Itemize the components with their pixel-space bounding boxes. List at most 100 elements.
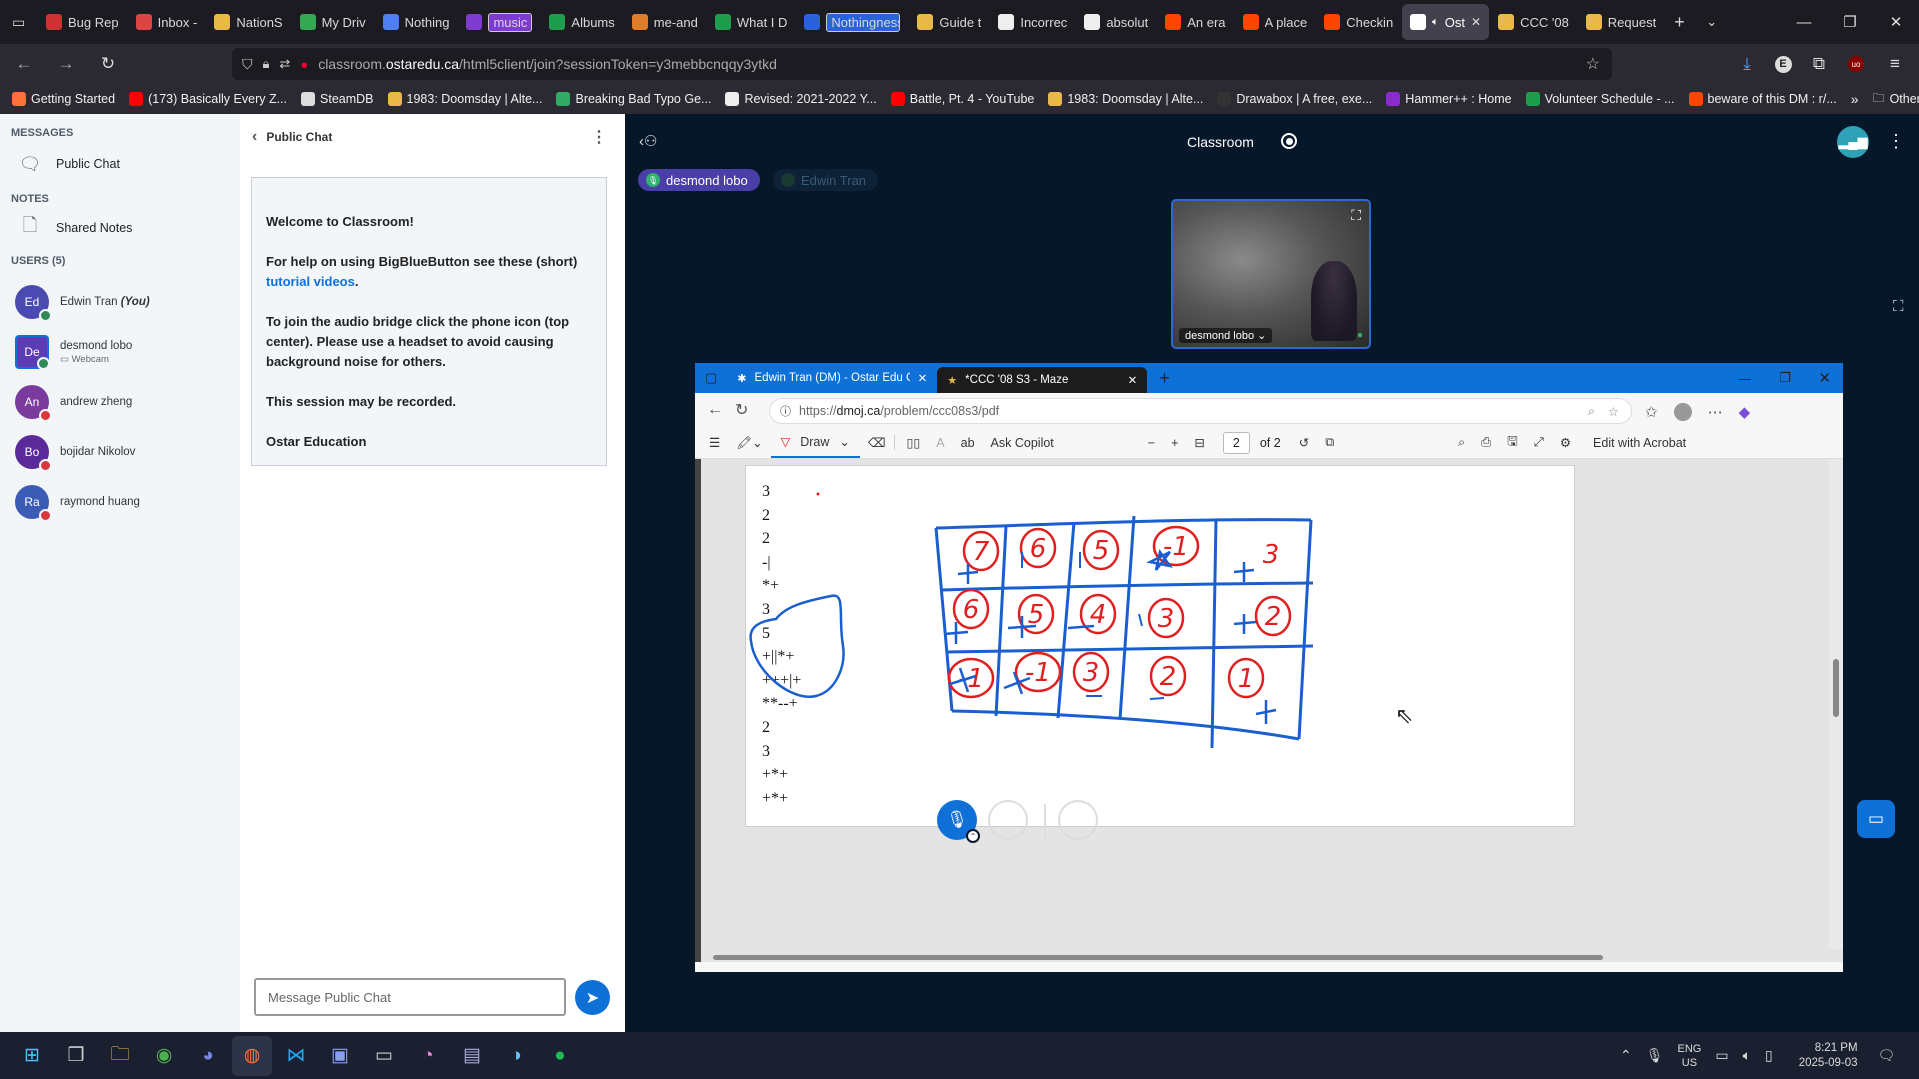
bookmark-item[interactable]: 1983: Doomsday | Alte... (1048, 92, 1203, 106)
edge-extension-button[interactable]: E (1767, 48, 1799, 80)
paint-icon[interactable]: ◔ (408, 1036, 448, 1076)
bookmark-item[interactable]: SteamDB (301, 92, 374, 106)
new-tab-button[interactable]: + (1666, 4, 1696, 40)
browser-tab[interactable]: NationS (206, 4, 290, 40)
browser-tab[interactable]: My Driv (292, 4, 374, 40)
notifications-icon[interactable]: 🗨︎ (1878, 1047, 1896, 1064)
bookmark-item[interactable]: Hammer++ : Home (1386, 92, 1512, 106)
ublock-button[interactable]: uo (1840, 48, 1872, 80)
close-window-button[interactable]: ✕ (1873, 0, 1919, 44)
browser-tab[interactable]: Guide t (909, 4, 989, 40)
browser-tab[interactable]: absolut (1076, 4, 1156, 40)
tutorial-videos-link[interactable]: tutorial videos (266, 274, 355, 289)
menu-button[interactable]: ≡ (1879, 48, 1911, 80)
minimize-button[interactable]: — (1781, 0, 1827, 44)
talking-indicator-active[interactable]: 🎙︎ desmond lobo (638, 169, 760, 191)
browser-tab[interactable]: 🔈︎ Ost ✕ (1402, 4, 1490, 40)
fullscreen-icon[interactable]: ⛶ (1351, 207, 1361, 224)
task-view-icon[interactable]: ❒ (56, 1036, 96, 1076)
language-indicator[interactable]: ENG US (1678, 1042, 1702, 1070)
reload-button[interactable]: ↻ (92, 48, 124, 80)
vscode-icon[interactable]: ⋈ (276, 1036, 316, 1076)
forward-button[interactable]: → (50, 48, 82, 80)
chrome-icon[interactable]: ◉ (144, 1036, 184, 1076)
browser-tab[interactable]: A place (1235, 4, 1316, 40)
user-list-item[interactable]: De desmond lobo ▭︎ Webcam (0, 327, 240, 377)
user-list-item[interactable]: Ra raymond huang (0, 477, 240, 527)
bookmark-item[interactable]: Volunteer Schedule - ... (1525, 92, 1675, 106)
terminal-icon[interactable]: ▭ (364, 1036, 404, 1076)
network-icon[interactable]: ▭ (1715, 1047, 1728, 1064)
maximize-button[interactable]: ❐ (1827, 0, 1873, 44)
public-chat-nav[interactable]: 🗨︎ Public Chat (0, 139, 240, 187)
tray-chevron-icon[interactable]: ⌃ (1620, 1047, 1632, 1064)
browser-tab[interactable]: Nothingness (796, 4, 908, 40)
firefox-icon[interactable]: ◍ (232, 1035, 272, 1076)
extensions-button[interactable]: ⧉ (1803, 48, 1835, 80)
audio-options-icon[interactable]: ⌃ (966, 829, 980, 843)
chat-message-input[interactable]: Message Public Chat (254, 978, 566, 1016)
bookmark-item[interactable]: Breaking Bad Typo Ge... (556, 92, 711, 106)
browser-tab[interactable]: Albums (541, 4, 622, 40)
bookmark-item[interactable]: 1983: Doomsday | Alte... (387, 92, 542, 106)
browser-tab[interactable]: CCC '08 (1490, 4, 1577, 40)
user-list-toggle[interactable]: ‹⚇ (639, 132, 657, 150)
browser-tab[interactable]: An era (1157, 4, 1233, 40)
tab-list-button[interactable]: ▭ (6, 4, 36, 40)
bookmark-item[interactable]: Getting Started (12, 92, 115, 106)
bookmark-item[interactable]: Battle, Pt. 4 - YouTube (890, 92, 1034, 106)
bookmark-item[interactable]: Revised: 2021-2022 Y... (725, 92, 877, 106)
browser-tab[interactable]: Incorrec (990, 4, 1075, 40)
raise-hand-button[interactable]: ✋︎ (1058, 800, 1098, 840)
battery-icon[interactable]: ▯ (1765, 1047, 1773, 1064)
webcam-tile[interactable]: ⛶ desmond lobo ⌄ ● (1171, 199, 1371, 349)
volume-icon[interactable]: 🔈︎ (1743, 1047, 1751, 1064)
grid-number: -1 (958, 664, 984, 694)
browser-tab[interactable]: music (458, 4, 540, 40)
discord-icon[interactable]: ◕ (188, 1036, 228, 1076)
connection-status-button[interactable]: ▂▄▆ (1837, 126, 1869, 158)
clock[interactable]: 8:21 PM 2025-09-03 (1799, 1041, 1858, 1071)
bookmark-item[interactable]: beware of this DM : r/... (1688, 92, 1837, 106)
kebab-menu-icon[interactable]: ⋮ (591, 127, 607, 147)
send-button[interactable]: ➤ (575, 980, 610, 1015)
camera-button[interactable]: ⊘ (988, 800, 1028, 840)
mute-button[interactable]: 🎙︎ ⌃ (937, 800, 980, 843)
recording-indicator-icon[interactable] (1281, 133, 1297, 149)
file-explorer-icon[interactable]: 🗀 (100, 1036, 140, 1076)
downloads-button[interactable]: ⤓ (1731, 48, 1763, 80)
browser-tab[interactable]: Request (1578, 4, 1664, 40)
user-list-item[interactable]: An andrew zheng (0, 377, 240, 427)
back-button[interactable]: ← (8, 48, 40, 80)
browser-tab[interactable]: What I D (707, 4, 796, 40)
spotify-icon[interactable]: ● (540, 1036, 580, 1076)
tab-overflow-button[interactable]: ⌄ (1698, 4, 1728, 40)
chevron-left-icon[interactable]: ‹ (252, 128, 257, 146)
browser-tab[interactable]: Checkin (1316, 4, 1401, 40)
chat-title[interactable]: Public Chat (266, 130, 332, 144)
browser-tab[interactable]: Bug Rep (38, 4, 127, 40)
user-list-item[interactable]: Ed Edwin Tran (You) (0, 277, 240, 327)
photos-icon[interactable]: ▤ (452, 1036, 492, 1076)
steam-icon[interactable]: ◑ (496, 1036, 536, 1076)
talking-indicator-inactive[interactable]: Edwin Tran (773, 169, 879, 191)
url-bar[interactable]: ⛉ 🔒︎ ⇄ ● classroom.ostaredu.ca/html5clie… (232, 48, 1612, 80)
user-list-item[interactable]: Bo bojidar Nikolov (0, 427, 240, 477)
browser-tab[interactable]: Nothing (375, 4, 458, 40)
browser-tab[interactable]: me-and (624, 4, 706, 40)
bookmark-item[interactable]: (173) Basically Every Z... (129, 92, 287, 106)
bookmark-star-icon[interactable]: ☆ (1586, 54, 1600, 74)
tray-mic-icon[interactable]: 🎙︎ (1646, 1047, 1664, 1064)
presentation-toggle-button[interactable]: ▭ (1857, 800, 1895, 838)
browser-tab[interactable]: Inbox - (128, 4, 206, 40)
bookmark-item[interactable]: Drawabox | A free, exe... (1217, 92, 1372, 106)
screenshare-fullscreen-icon[interactable]: ⛶ (1893, 298, 1904, 315)
shared-notes-nav[interactable]: 🗋 Shared Notes (0, 205, 240, 251)
more-bookmarks-icon[interactable]: » (1851, 91, 1859, 107)
other-bookmarks[interactable]: 🗀Other Bookmarks (1873, 89, 1919, 110)
clion-icon[interactable]: ▣ (320, 1036, 360, 1076)
webcam-name[interactable]: desmond lobo ⌄ (1179, 328, 1273, 343)
close-icon[interactable]: ✕ (1471, 15, 1481, 29)
start-button[interactable]: ⊞ (12, 1036, 52, 1076)
options-menu-icon[interactable]: ⋮ (1887, 131, 1905, 152)
